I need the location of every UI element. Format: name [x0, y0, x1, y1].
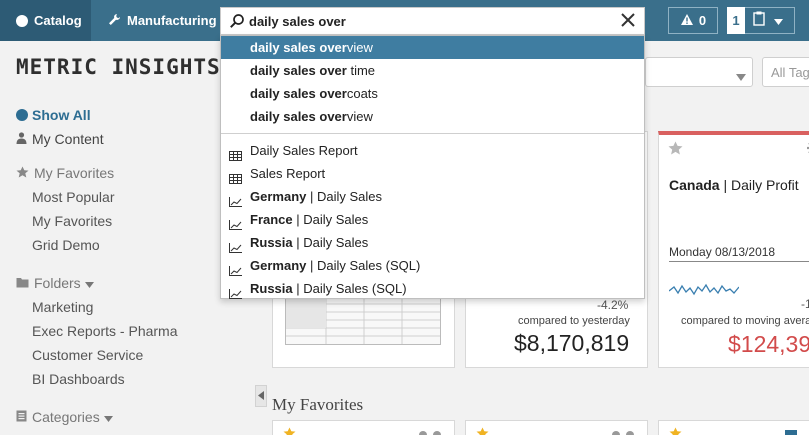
search-input[interactable]	[249, 10, 609, 32]
compare-label: compared to moving avera	[681, 315, 809, 327]
circle-icon	[16, 109, 28, 121]
chevron-down-icon	[103, 409, 113, 425]
divider	[221, 133, 644, 134]
sidebar-section-my-favorites[interactable]: My Favorites	[16, 165, 114, 181]
search-autocomplete-dropdown: daily sales overview daily sales over ti…	[220, 35, 645, 299]
sidebar-item-label: Show All	[32, 107, 91, 123]
sidebar-item-label: Grid Demo	[32, 237, 100, 253]
line-chart-icon	[229, 283, 242, 306]
change-percent: -14	[801, 297, 809, 311]
change-percent: -4.2%	[597, 298, 629, 312]
chevron-down-icon	[84, 275, 94, 291]
star-icon[interactable]	[669, 426, 682, 435]
filter-select[interactable]	[645, 57, 753, 87]
user-icon	[16, 131, 27, 147]
chevron-down-icon	[774, 12, 783, 30]
sparkline	[669, 283, 739, 296]
search-result-item[interactable]: Germany | Daily Sales	[221, 185, 644, 208]
metric-card-canada[interactable]: Canada | Daily Profit Monday 08/13/2018 …	[658, 131, 809, 368]
gear-icon[interactable]	[611, 427, 637, 435]
sidebar-item-my-favorites[interactable]: My Favorites	[32, 213, 112, 229]
search-result-item[interactable]: Russia | Daily Sales (SQL)	[221, 277, 644, 300]
list-icon	[16, 409, 27, 425]
clipboard-icon	[753, 11, 765, 31]
sidebar-item-label: Marketing	[32, 299, 94, 315]
card-title: Canada | Daily Profit	[669, 177, 799, 193]
search-result-item[interactable]: France | Daily Sales	[221, 208, 644, 231]
favorite-card[interactable]	[272, 420, 455, 435]
suggestion-item[interactable]: daily sales overcoats	[221, 82, 644, 105]
sidebar-item-label: Most Popular	[32, 189, 115, 205]
sidebar-item-my-content[interactable]: My Content	[16, 131, 104, 147]
sidebar-collapse-handle[interactable]	[255, 385, 267, 407]
star-icon	[16, 165, 29, 181]
square-icon	[785, 427, 797, 435]
sidebar-item-label: My Content	[32, 131, 104, 147]
notifications-button[interactable]: 1	[727, 6, 795, 34]
tab-catalog[interactable]: Catalog	[0, 0, 91, 41]
sidebar-item-label: My Favorites	[32, 213, 113, 229]
sidebar-item-exec-reports[interactable]: Exec Reports - Pharma	[32, 323, 178, 339]
sidebar-item-label: Exec Reports - Pharma	[32, 323, 178, 339]
search-box	[220, 7, 645, 35]
star-icon[interactable]	[283, 426, 296, 435]
circle-icon	[16, 14, 28, 27]
tab-label: Catalog	[34, 13, 82, 28]
logo: METRIC INSIGHTS	[16, 55, 221, 79]
favorite-card[interactable]	[658, 420, 809, 435]
star-icon[interactable]	[668, 141, 683, 160]
favorite-card[interactable]	[465, 420, 648, 435]
sidebar-section-folders[interactable]: Folders	[16, 275, 94, 291]
suggestion-item[interactable]: daily sales over time	[221, 59, 644, 82]
sidebar-item-label: Customer Service	[32, 347, 144, 363]
suggestion-item[interactable]: daily sales overview	[221, 36, 644, 59]
close-icon[interactable]	[620, 12, 636, 33]
tags-select[interactable]: All Tags	[762, 57, 809, 87]
chevron-down-icon	[736, 68, 746, 86]
section-label: My Favorites	[34, 165, 115, 181]
sidebar: METRIC INSIGHTS Show All My Content My F…	[0, 41, 254, 435]
alerts-button[interactable]: 0	[668, 7, 718, 34]
gear-icon[interactable]	[418, 427, 444, 435]
tab-label: Manufacturing	[127, 13, 217, 28]
metric-value: $124,39	[728, 331, 809, 357]
section-label: Folders	[34, 275, 81, 291]
sidebar-item-marketing[interactable]: Marketing	[32, 299, 93, 315]
wrench-icon	[108, 13, 121, 29]
search-result-item[interactable]: Sales Report	[221, 162, 644, 185]
sidebar-item-customer-service[interactable]: Customer Service	[32, 347, 143, 363]
sidebar-item-bi-dashboards[interactable]: BI Dashboards	[32, 371, 125, 387]
notifications-count: 1	[727, 6, 745, 34]
chevron-left-icon	[258, 387, 264, 405]
star-icon[interactable]	[476, 426, 489, 435]
section-title-my-favorites: My Favorites	[272, 395, 364, 414]
search-icon	[229, 13, 245, 34]
sidebar-item-label: BI Dashboards	[32, 371, 125, 387]
sidebar-section-categories[interactable]: Categories	[16, 409, 113, 425]
search-result-item[interactable]: Germany | Daily Sales (SQL)	[221, 254, 644, 277]
compare-label: compared to yesterday	[518, 315, 630, 327]
search-result-item[interactable]: Daily Sales Report	[221, 139, 644, 162]
alerts-count: 0	[698, 13, 707, 28]
section-label: Categories	[32, 409, 100, 425]
sidebar-item-most-popular[interactable]: Most Popular	[32, 189, 114, 205]
tab-manufacturing[interactable]: Manufacturing	[91, 0, 219, 41]
warning-icon	[680, 13, 694, 29]
sidebar-item-grid-demo[interactable]: Grid Demo	[32, 237, 100, 253]
card-date: Monday 08/13/2018	[669, 245, 776, 259]
suggestion-item[interactable]: daily sales overview	[221, 105, 644, 128]
sidebar-item-show-all[interactable]: Show All	[16, 107, 91, 123]
folder-icon	[16, 275, 29, 291]
divider	[669, 261, 809, 262]
metric-value: $8,170,819	[514, 330, 630, 356]
search-result-item[interactable]: Russia | Daily Sales	[221, 231, 644, 254]
